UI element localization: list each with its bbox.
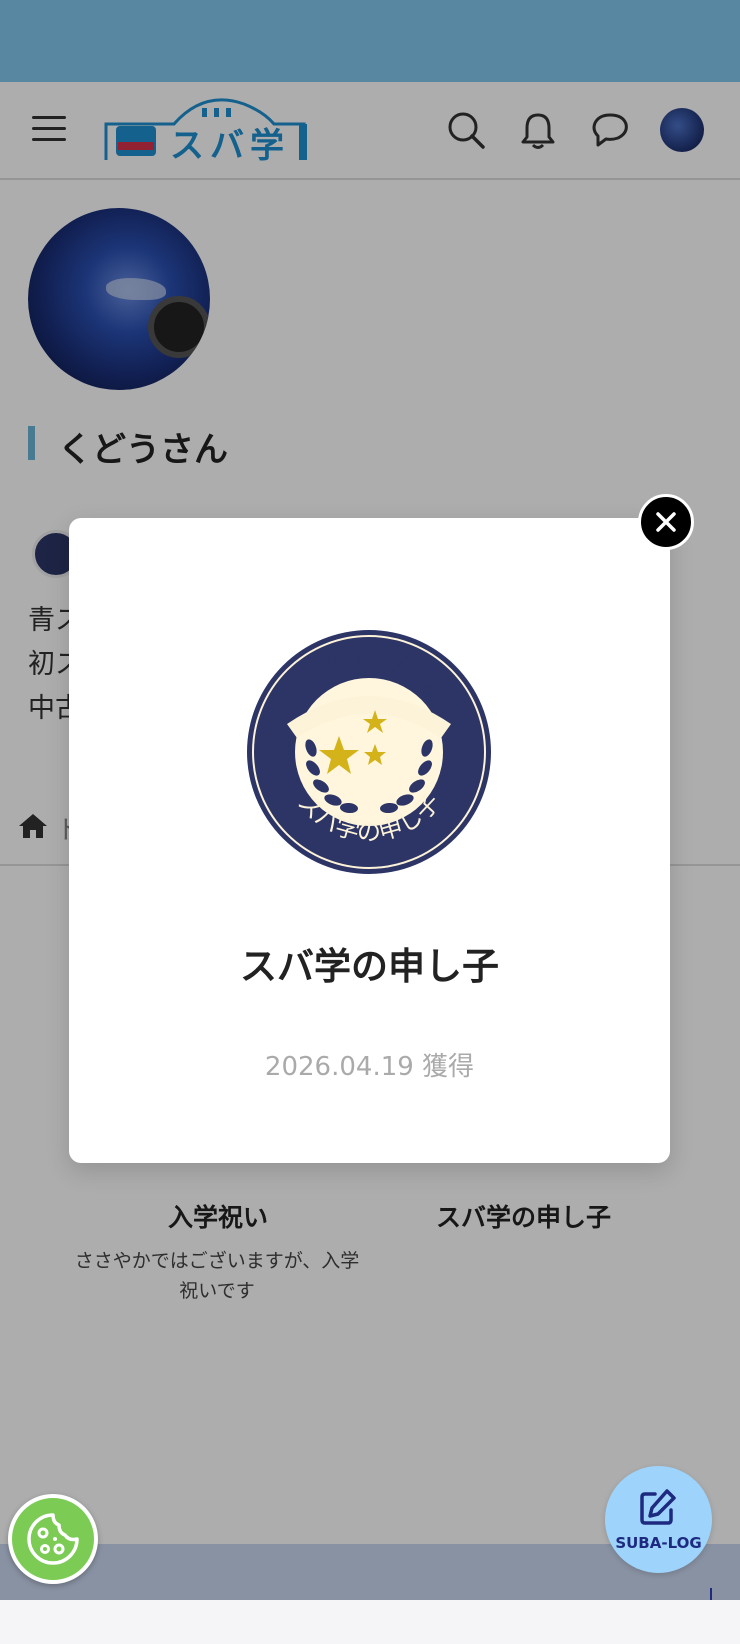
close-modal-button[interactable] [638,494,694,550]
system-nav-bar [0,1600,740,1644]
suba-log-label: SUBA-LOG [615,1534,702,1552]
subagaku-badge-emblem: SUBAGAKU SUBAGAKU スバ学の申し子 [247,630,491,874]
cookie-settings-button[interactable] [8,1494,98,1584]
suba-log-button[interactable]: SUBA-LOG [605,1466,712,1573]
modal-badge-date: 2026.04.19 獲得 [264,1052,475,1082]
nav-indicator [710,1588,712,1600]
close-icon [656,512,676,532]
badge-modal: SUBAGAKU SUBAGAKU スバ学の申し子 スバ学の申し子 2026.0… [69,518,670,1163]
modal-badge-title: スバ学の申し子 [240,945,499,988]
cookie-icon [27,1513,79,1565]
edit-icon [640,1489,676,1525]
